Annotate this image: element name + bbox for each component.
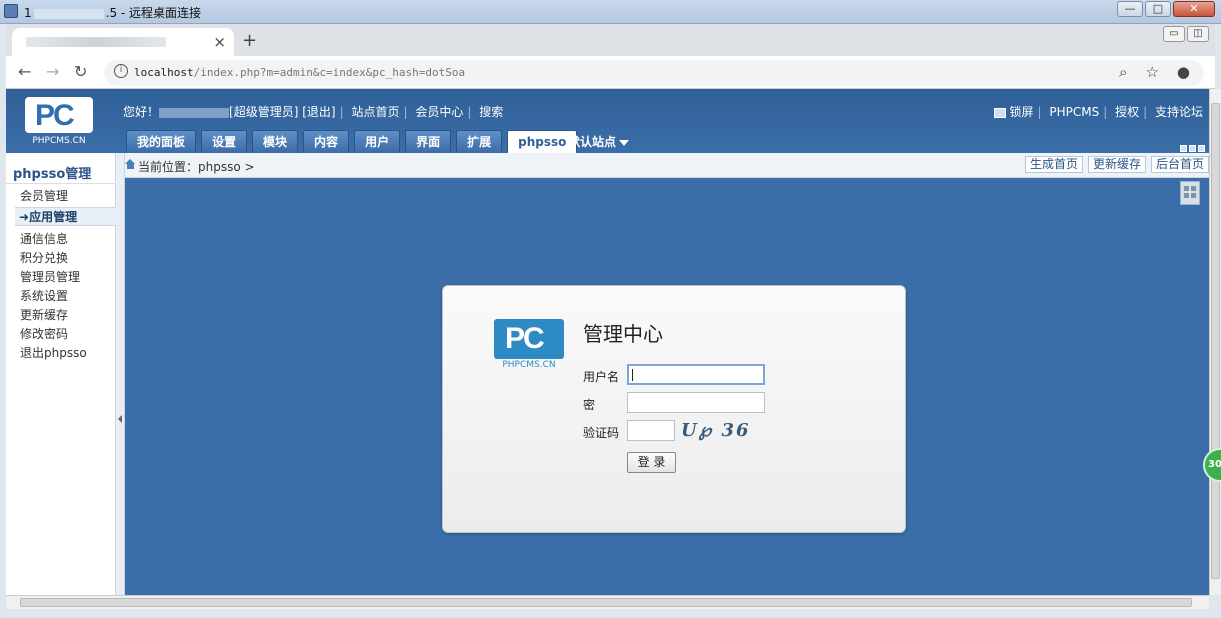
captcha-input[interactable] bbox=[627, 420, 675, 441]
sidebar: phpsso管理 会员管理 ➜应用管理 通信信息 积分兑换 管理员管理 系统设置… bbox=[6, 153, 116, 595]
login-logo: PHPCMS.CN bbox=[493, 319, 565, 371]
masked-username bbox=[159, 107, 230, 118]
login-title: 管理中心 bbox=[583, 322, 663, 346]
remote-desktop-titlebar: 1 .5 - 远程桌面连接 — □ ✕ bbox=[0, 0, 1221, 24]
site-home-link[interactable]: 站点首页 bbox=[351, 105, 399, 119]
logo-text: PHPCMS.CN bbox=[32, 136, 86, 146]
site-info-icon[interactable]: i bbox=[114, 64, 128, 78]
logout-link[interactable]: [退出] bbox=[302, 105, 335, 119]
license-link[interactable]: 授权 bbox=[1115, 105, 1139, 119]
password-label: 密 bbox=[583, 398, 596, 412]
breadcrumb-text: 当前位置：phpsso > bbox=[138, 160, 255, 174]
nav-users[interactable]: 用户 bbox=[354, 130, 401, 153]
phpcms-logo[interactable]: PHPCMS.CN bbox=[20, 97, 98, 146]
sidebar-item-members[interactable]: 会员管理 bbox=[20, 187, 68, 204]
login-logo-text: PHPCMS.CN bbox=[502, 360, 556, 370]
restore-icon[interactable]: ▭ bbox=[1163, 26, 1185, 42]
close-window-button[interactable]: ✕ bbox=[1173, 1, 1215, 17]
phpcms-link[interactable]: PHPCMS bbox=[1049, 105, 1099, 119]
nav-interface[interactable]: 界面 bbox=[405, 130, 452, 153]
sidebar-item-credits[interactable]: 积分兑换 bbox=[20, 249, 68, 266]
sidebar-item-cache[interactable]: 更新缓存 bbox=[20, 306, 68, 323]
sidebar-item-password[interactable]: 修改密码 bbox=[20, 325, 68, 342]
sidebar-item-exit[interactable]: 退出phpsso bbox=[20, 344, 87, 361]
maximize-button[interactable]: □ bbox=[1145, 1, 1171, 17]
generate-homepage-button[interactable]: 生成首页 bbox=[1024, 156, 1083, 173]
password-input[interactable] bbox=[627, 392, 765, 413]
nav-settings[interactable]: 设置 bbox=[201, 130, 248, 153]
default-site-dropdown[interactable]: 默认站点 bbox=[568, 133, 630, 150]
forward-icon[interactable]: → bbox=[46, 62, 59, 81]
window-title-suffix: .5 - 远程桌面连接 bbox=[105, 6, 202, 20]
nav-phpsso[interactable]: phpsso bbox=[507, 130, 578, 153]
scrollbar-thumb[interactable] bbox=[20, 598, 1192, 607]
new-tab-button[interactable]: + bbox=[242, 30, 257, 51]
login-button[interactable]: 登 录 bbox=[627, 452, 676, 473]
sidebar-item-admins[interactable]: 管理员管理 bbox=[20, 268, 80, 285]
top-links: 您好！ [超级管理员] [退出] | 站点首页 | 会员中心 | 搜索 bbox=[123, 105, 504, 119]
admin-header: PHPCMS.CN 您好！[超级管理员] [退出]| 站点首页| 会员中心| 搜… bbox=[6, 89, 1209, 153]
remote-desktop-icon bbox=[4, 4, 18, 18]
sidebar-item-messages[interactable]: 通信信息 bbox=[20, 230, 68, 247]
page-viewport: PHPCMS.CN 您好！[超级管理员] [退出]| 站点首页| 会员中心| 搜… bbox=[6, 89, 1209, 595]
breadcrumb: 当前位置：phpsso > 生成首页 更新缓存 后台首页 bbox=[125, 153, 1209, 178]
divider bbox=[6, 183, 116, 184]
layout-icon[interactable] bbox=[1180, 145, 1187, 152]
tab-title-masked bbox=[26, 37, 166, 47]
captcha-label: 验证码 bbox=[583, 426, 620, 440]
bookmark-star-icon[interactable]: ☆ bbox=[1145, 63, 1158, 81]
reload-icon[interactable]: ↻ bbox=[74, 62, 87, 81]
lock-screen-icon[interactable] bbox=[994, 107, 1007, 118]
grid-icon[interactable] bbox=[1180, 181, 1200, 205]
captcha-image[interactable]: U℘ 36 bbox=[681, 420, 751, 441]
logo-mark bbox=[494, 319, 564, 359]
sidebar-collapse-handle[interactable] bbox=[116, 153, 125, 595]
masked-ip bbox=[33, 8, 104, 19]
logo-mark bbox=[25, 97, 93, 133]
nav-content[interactable]: 内容 bbox=[303, 130, 350, 153]
nav-modules[interactable]: 模块 bbox=[252, 130, 299, 153]
address-bar[interactable]: i localhost/index.php?m=admin&c=index&pc… bbox=[104, 60, 1204, 86]
chevron-left-icon bbox=[118, 415, 122, 423]
username-label: 用户名 bbox=[583, 370, 620, 384]
browser-toolbar: ← → ↻ i localhost/index.php?m=admin&c=in… bbox=[6, 56, 1215, 89]
sidebar-item-system[interactable]: 系统设置 bbox=[20, 287, 68, 304]
browser-tab[interactable]: × bbox=[12, 28, 234, 56]
top-right-links: 锁屏 | PHPCMS | 授权 | 支持论坛 bbox=[994, 103, 1203, 120]
url-text[interactable]: localhost/index.php?m=admin&c=index&pc_h… bbox=[134, 66, 465, 79]
horizontal-scrollbar[interactable] bbox=[6, 595, 1209, 609]
role-label: [超级管理员] bbox=[229, 105, 299, 119]
tile-icon[interactable]: ◫ bbox=[1187, 26, 1209, 42]
window-title-prefix: 1 bbox=[24, 6, 32, 20]
update-cache-button[interactable]: 更新缓存 bbox=[1087, 156, 1146, 173]
nav-my-panel[interactable]: 我的面板 bbox=[126, 130, 197, 153]
member-center-link[interactable]: 会员中心 bbox=[415, 105, 463, 119]
minimize-button[interactable]: — bbox=[1117, 1, 1143, 17]
main-nav: 我的面板 设置 模块 内容 用户 界面 扩展 phpsso bbox=[126, 130, 578, 153]
scrollbar-thumb[interactable] bbox=[1211, 103, 1220, 579]
window-title: 1 .5 - 远程桌面连接 bbox=[24, 4, 201, 21]
layout-icon[interactable] bbox=[1198, 145, 1205, 152]
greeting: 您好！ bbox=[123, 105, 160, 119]
chevron-down-icon bbox=[619, 139, 630, 146]
home-icon bbox=[125, 159, 136, 169]
lock-screen-link[interactable]: 锁屏 bbox=[1009, 105, 1033, 119]
nav-extensions[interactable]: 扩展 bbox=[456, 130, 503, 153]
support-forum-link[interactable]: 支持论坛 bbox=[1155, 105, 1203, 119]
vertical-scrollbar[interactable] bbox=[1209, 89, 1221, 595]
tab-close-icon[interactable]: × bbox=[213, 33, 226, 51]
zoom-icon[interactable]: ⌕ bbox=[1119, 63, 1127, 81]
back-icon[interactable]: ← bbox=[18, 62, 31, 81]
login-dialog: PHPCMS.CN 管理中心 用户名 密 验证码 U℘ 36 登 录 bbox=[442, 285, 906, 533]
username-input[interactable] bbox=[627, 364, 765, 385]
browser-tabstrip: × + ▭ ◫ bbox=[6, 24, 1215, 56]
admin-home-button[interactable]: 后台首页 bbox=[1150, 156, 1209, 173]
sidebar-item-apps[interactable]: ➜应用管理 bbox=[15, 207, 116, 226]
search-link[interactable]: 搜索 bbox=[479, 105, 503, 119]
profile-icon[interactable]: ● bbox=[1177, 63, 1190, 81]
layout-icon[interactable] bbox=[1189, 145, 1196, 152]
window-bottom-edge bbox=[0, 609, 1221, 618]
sidebar-title: phpsso管理 bbox=[13, 167, 92, 182]
